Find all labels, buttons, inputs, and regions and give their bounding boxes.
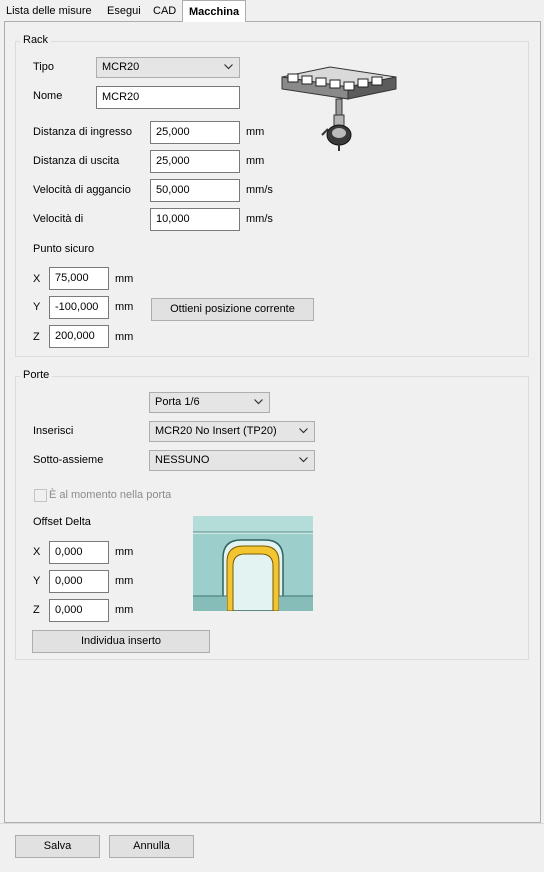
distanza-ingresso-unit: mm [246,126,265,138]
punto-y-unit: mm [115,301,134,313]
offset-x-label: X [33,546,41,558]
annulla-button[interactable]: Annulla [109,835,194,858]
velocita-di-unit: mm/s [246,213,273,225]
tab-bar: Lista delle misure Esegui CAD Macchina [0,0,544,22]
punto-z-label: Z [33,331,40,343]
sotto-assieme-select[interactable]: NESSUNO [149,450,315,471]
offset-z-unit: mm [115,604,134,616]
tab-macchina[interactable]: Macchina [182,0,247,22]
porta-select[interactable]: Porta 1/6 [149,392,270,413]
tab-lista-delle-misure[interactable]: Lista delle misure [0,2,98,21]
velocita-di-label: Velocità di [33,213,84,225]
ottieni-posizione-button[interactable]: Ottieni posizione corrente [151,298,314,321]
al-momento-label: È al momento nella porta [49,489,172,501]
footer-divider [0,823,544,824]
offset-y-label: Y [33,575,41,587]
sotto-assieme-select-value: NESSUNO [155,454,210,466]
tipo-select[interactable]: MCR20 [96,57,240,78]
velocita-aggancio-unit: mm/s [246,184,273,196]
nome-label: Nome [33,90,63,102]
distanza-ingresso-input[interactable]: 25,000 [150,121,240,144]
offset-z-label: Z [33,604,40,616]
offset-x-unit: mm [115,546,134,558]
al-momento-checkbox[interactable] [34,489,47,502]
punto-sicuro-label: Punto sicuro [33,243,95,255]
inserisci-select-value: MCR20 No Insert (TP20) [155,425,277,437]
distanza-ingresso-label: Distanza di ingresso [33,126,133,138]
distanza-uscita-label: Distanza di uscita [33,155,120,167]
tab-esegui[interactable]: Esegui [101,2,147,21]
velocita-aggancio-input[interactable]: 50,000 [150,179,240,202]
sotto-assieme-label: Sotto-assieme [33,454,104,466]
rack-probe-icon [281,66,397,151]
tab-cad[interactable]: CAD [147,2,182,21]
velocita-di-input[interactable]: 10,000 [150,208,240,231]
punto-x-label: X [33,273,41,285]
tipo-label: Tipo [33,61,54,73]
distanza-uscita-input[interactable]: 25,000 [150,150,240,173]
rack-group-title: Rack [20,34,52,46]
tipo-select-value: MCR20 [102,61,140,73]
chevron-down-icon [224,64,233,70]
punto-x-input[interactable]: 75,000 [49,267,109,290]
chevron-down-icon [299,428,308,434]
individua-inserto-button[interactable]: Individua inserto [32,630,210,653]
chevron-down-icon [299,457,308,463]
punto-x-unit: mm [115,273,134,285]
offset-y-unit: mm [115,575,134,587]
port-insert-icon [193,516,313,611]
inserisci-label: Inserisci [33,425,74,437]
porte-group-title: Porte [20,369,53,381]
punto-y-label: Y [33,301,41,313]
porta-select-value: Porta 1/6 [155,396,200,408]
punto-z-input[interactable]: 200,000 [49,325,109,348]
offset-delta-label: Offset Delta [33,516,91,528]
inserisci-select[interactable]: MCR20 No Insert (TP20) [149,421,315,442]
chevron-down-icon [254,399,263,405]
nome-input[interactable]: MCR20 [96,86,240,109]
distanza-uscita-unit: mm [246,155,265,167]
offset-x-input[interactable]: 0,000 [49,541,109,564]
velocita-aggancio-label: Velocità di aggancio [33,184,131,196]
offset-y-input[interactable]: 0,000 [49,570,109,593]
punto-y-input[interactable]: -100,000 [49,296,109,319]
punto-z-unit: mm [115,331,134,343]
salva-button[interactable]: Salva [15,835,100,858]
offset-z-input[interactable]: 0,000 [49,599,109,622]
